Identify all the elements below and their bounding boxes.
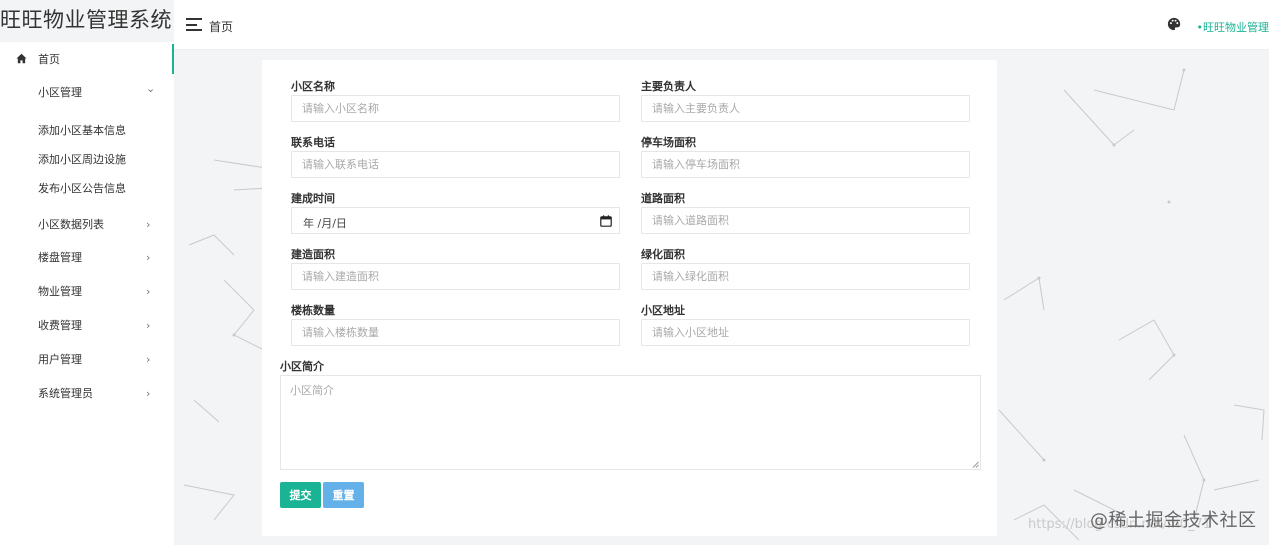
construction-area-input[interactable]: [291, 263, 620, 290]
sidebar-item-community[interactable]: 小区管理 ⌄: [0, 77, 174, 107]
sidebar-item-label: 系统管理员: [38, 387, 93, 400]
field-label-road-area: 道路面积: [641, 192, 685, 205]
field-label-address: 小区地址: [641, 304, 685, 317]
parking-area-input[interactable]: [641, 151, 970, 178]
chevron-right-icon: ›: [146, 217, 151, 231]
sidebar-item-home[interactable]: 首页: [0, 44, 174, 74]
field-label-green-area: 绿化面积: [641, 248, 685, 261]
address-input[interactable]: [641, 319, 970, 346]
top-navbar: 首页 •旺旺物业管理: [174, 0, 1269, 50]
sidebar-item-label: 物业管理: [38, 285, 82, 298]
sidebar-item-fees[interactable]: 收费管理 ›: [0, 310, 174, 340]
sidebar-item-label: 小区数据列表: [38, 218, 104, 231]
field-label-construction-area: 建造面积: [291, 248, 335, 261]
building-count-input[interactable]: [291, 319, 620, 346]
sidebar-item-label: 收费管理: [38, 319, 82, 332]
calendar-icon[interactable]: [600, 215, 612, 227]
sidebar: 首页 小区管理 ⌄ 添加小区基本信息 添加小区周边设施 发布小区公告信息 小区数…: [0, 42, 174, 545]
chevron-right-icon: ›: [146, 284, 151, 298]
watermark-badge: @稀土掘金技术社区: [1090, 510, 1257, 531]
field-label-parking-area: 停车场面积: [641, 136, 696, 149]
field-label-building-count: 楼栋数量: [291, 304, 335, 317]
community-name-input[interactable]: [291, 95, 620, 122]
sidebar-subitem-publish-notice[interactable]: 发布小区公告信息: [38, 180, 126, 196]
sidebar-item-property[interactable]: 物业管理 ›: [0, 276, 174, 306]
field-label-phone: 联系电话: [291, 136, 335, 149]
home-icon: [16, 53, 27, 64]
manager-input[interactable]: [641, 95, 970, 122]
sidebar-item-buildings[interactable]: 楼盘管理 ›: [0, 242, 174, 272]
road-area-input[interactable]: [641, 207, 970, 234]
sidebar-subitem-add-facilities[interactable]: 添加小区周边设施: [38, 151, 126, 167]
chevron-down-icon: ⌄: [146, 82, 156, 95]
submit-button[interactable]: 提交: [280, 482, 321, 508]
palette-icon[interactable]: [1167, 17, 1181, 31]
breadcrumb[interactable]: 首页: [209, 18, 233, 35]
sidebar-item-community-list[interactable]: 小区数据列表 ›: [0, 209, 174, 239]
chevron-right-icon: ›: [146, 386, 151, 400]
chevron-right-icon: ›: [146, 352, 151, 366]
green-area-input[interactable]: [641, 263, 970, 290]
sidebar-item-label: 小区管理: [38, 86, 82, 99]
sidebar-item-label: 首页: [38, 53, 60, 66]
topbar-brand-link[interactable]: •旺旺物业管理: [1197, 19, 1269, 35]
sidebar-item-admins[interactable]: 系统管理员 ›: [0, 378, 174, 408]
resize-grip-icon[interactable]: [972, 461, 979, 468]
sidebar-item-users[interactable]: 用户管理 ›: [0, 344, 174, 374]
intro-textarea[interactable]: [280, 375, 981, 470]
field-label-intro: 小区简介: [280, 360, 324, 373]
phone-input[interactable]: [291, 151, 620, 178]
field-label-manager: 主要负责人: [641, 80, 696, 93]
field-label-build-date: 建成时间: [291, 192, 335, 205]
field-label-community-name: 小区名称: [291, 80, 335, 93]
chevron-right-icon: ›: [146, 318, 151, 332]
menu-toggle-icon[interactable]: [186, 18, 202, 31]
chevron-right-icon: ›: [146, 250, 151, 264]
sidebar-subitem-add-basic-info[interactable]: 添加小区基本信息: [38, 122, 126, 138]
app-title: 旺旺物业管理系统: [0, 8, 172, 32]
date-placeholder: 年 /月/日: [303, 217, 347, 230]
reset-button[interactable]: 重置: [323, 482, 364, 508]
sidebar-item-label: 楼盘管理: [38, 251, 82, 264]
sidebar-item-label: 用户管理: [38, 353, 82, 366]
build-date-input[interactable]: 年 /月/日: [291, 207, 620, 234]
